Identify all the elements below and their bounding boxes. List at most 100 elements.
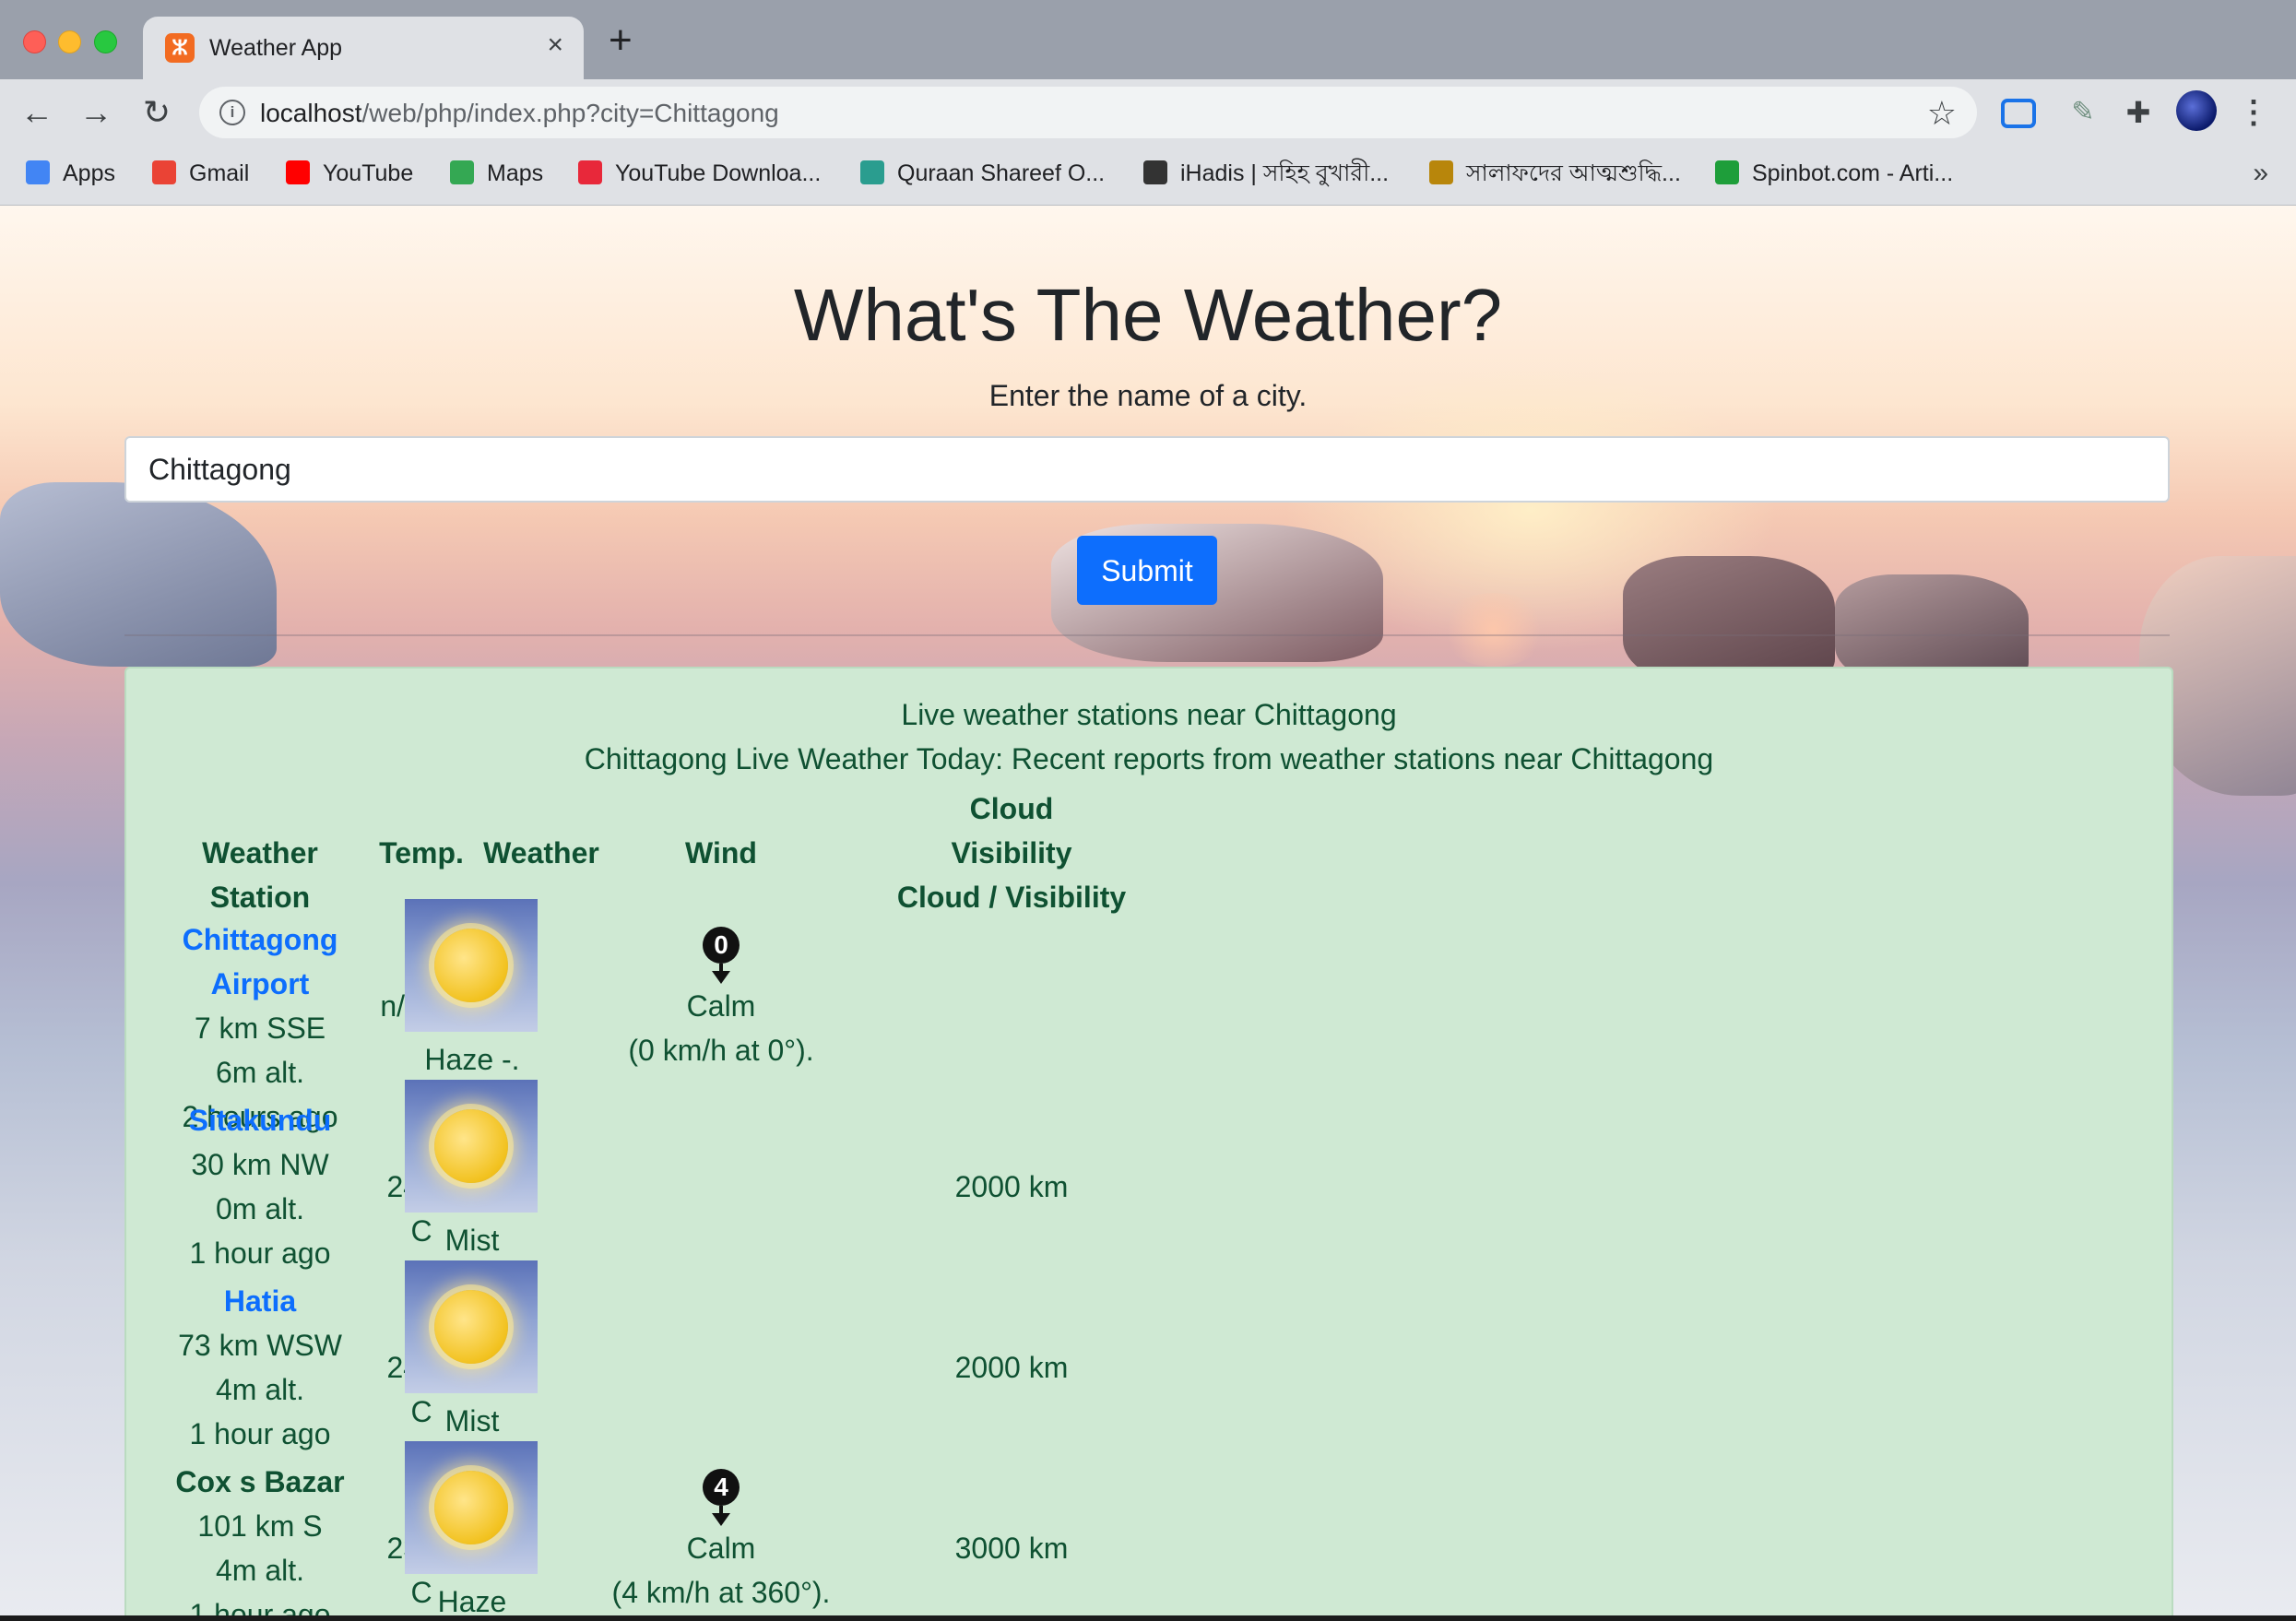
bookmark-label: সালাফদের আত্মশুদ্ধি... <box>1466 160 1681 186</box>
bookmark-item[interactable]: YouTube <box>286 155 413 192</box>
url-text[interactable]: localhost/web/php/index.php?city=Chittag… <box>260 99 779 128</box>
sunny-weather-icon <box>405 1260 538 1393</box>
bookmarks-overflow-icon[interactable]: » <box>2253 155 2268 192</box>
station-ago: 1 hour ago <box>189 1598 331 1615</box>
bookmark-label: iHadis | সহিহ বুখারী... <box>1180 160 1390 186</box>
station-link[interactable]: Sitakundu <box>145 1098 375 1142</box>
wind-direction-icon: 4 <box>703 1469 740 1506</box>
extensions-puzzle-icon[interactable]: ✚ <box>2118 92 2159 133</box>
xampp-icon: ⵣ <box>165 33 195 63</box>
station-name: Cox s Bazar <box>175 1465 345 1498</box>
tab-strip: ⵣ Weather App × + <box>0 0 2296 79</box>
site-info-icon[interactable]: i <box>219 100 245 125</box>
weather-result-panel: Live weather stations near Chittagong Ch… <box>124 667 2173 1615</box>
profile-avatar[interactable] <box>2176 90 2217 131</box>
maximize-window-button[interactable] <box>94 30 117 53</box>
weather-description: Haze <box>437 1585 507 1615</box>
tv-extension-icon[interactable] <box>1998 92 2039 133</box>
station-distance: 7 km SSE <box>194 1012 326 1045</box>
address-bar[interactable]: i localhost/web/php/index.php?city=Chitt… <box>199 87 1977 138</box>
wind-detail: (0 km/h at 0°). <box>628 1034 814 1067</box>
visibility-value: 3000 km <box>954 1532 1069 1565</box>
wind-text: Calm <box>686 1532 756 1565</box>
close-window-button[interactable] <box>23 30 46 53</box>
result-subheading: Chittagong Live Weather Today: Recent re… <box>584 742 1714 775</box>
browser-toolbar: ← → ↻ i localhost/web/php/index.php?city… <box>0 79 2296 146</box>
visibility-value: 2000 km <box>954 1170 1069 1203</box>
page-background: What's The Weather? Enter the name of a … <box>0 206 2296 1615</box>
bookmark-star-icon[interactable]: ☆ <box>1927 94 1957 133</box>
header-cloud: Cloud <box>969 792 1054 825</box>
back-arrow-icon[interactable]: ← <box>17 92 57 133</box>
station-ago: 1 hour ago <box>189 1236 331 1270</box>
station-cell: Sitakundu 30 km NW 0m alt. 1 hour ago <box>145 1098 375 1275</box>
gmail-icon <box>152 160 176 185</box>
sun-icon <box>434 929 508 1002</box>
visibility-value: 2000 km <box>954 1351 1069 1384</box>
header-weather: Weather <box>483 836 599 870</box>
station-distance: 30 km NW <box>191 1148 329 1181</box>
apps-grid-icon <box>26 160 50 185</box>
bookmark-label: Maps <box>487 160 544 186</box>
quran-icon <box>860 160 884 185</box>
reload-icon[interactable]: ↻ <box>136 92 177 133</box>
bookmark-item[interactable]: YouTube Downloa... <box>578 155 821 192</box>
weather-description: Mist <box>444 1404 500 1438</box>
maps-pin-icon <box>450 160 474 185</box>
station-cell: Hatia 73 km WSW 4m alt. 1 hour ago <box>145 1279 375 1456</box>
bookmark-item[interactable]: Quraan Shareef O... <box>860 155 1105 192</box>
weather-description: Haze -. <box>424 1043 520 1076</box>
download-icon <box>578 160 602 185</box>
bookmark-item[interactable]: Gmail <box>152 155 249 192</box>
bookmark-label: Quraan Shareef O... <box>897 160 1106 186</box>
bookmark-label: Spinbot.com - Arti... <box>1752 160 1954 186</box>
header-visibility: Visibility <box>951 836 1072 870</box>
station-distance: 73 km WSW <box>178 1329 342 1362</box>
station-alt: 4m alt. <box>215 1554 305 1587</box>
city-input[interactable] <box>124 436 2170 503</box>
spinbot-icon <box>1715 160 1739 185</box>
minimize-window-button[interactable] <box>58 30 81 53</box>
header-weather-station: Weather Station <box>202 836 318 914</box>
bookmark-item[interactable]: Spinbot.com - Arti... <box>1715 155 1953 192</box>
tab-close-icon[interactable]: × <box>547 30 563 61</box>
page-title: What's The Weather? <box>793 274 1503 356</box>
wind-arrow-head <box>712 971 730 984</box>
new-tab-button[interactable]: + <box>609 20 633 61</box>
sun-icon <box>434 1109 508 1183</box>
bookmarks-bar: Apps Gmail YouTube Maps YouTube Downloa... Qu… <box>0 146 2296 206</box>
header-temp: Temp. <box>379 836 464 870</box>
bookmark-label: Apps <box>63 160 115 186</box>
sun-icon <box>434 1290 508 1364</box>
station-link[interactable]: Chittagong Airport <box>145 917 375 1006</box>
weather-description: Mist <box>444 1224 500 1257</box>
bookmark-label: YouTube <box>323 160 414 186</box>
wind-text: Calm <box>686 989 756 1023</box>
sunny-weather-icon <box>405 1080 538 1213</box>
header-wind: Wind <box>685 836 757 870</box>
sunny-weather-icon <box>405 1441 538 1574</box>
youtube-icon <box>286 160 310 185</box>
station-alt: 4m alt. <box>215 1373 305 1406</box>
forward-arrow-icon[interactable]: → <box>76 92 116 133</box>
bookmark-item[interactable]: সালাফদের আত্মশুদ্ধি... <box>1429 155 1681 192</box>
bookmark-item[interactable]: iHadis | সহিহ বুখারী... <box>1143 155 1389 192</box>
page-subtitle: Enter the name of a city. <box>988 379 1308 412</box>
bookmark-label: YouTube Downloa... <box>615 160 822 186</box>
tab-weather-app[interactable]: ⵣ Weather App × <box>143 17 584 79</box>
sunny-weather-icon <box>405 899 538 1032</box>
browser-window: ⵣ Weather App × + ← → ↻ i localhost/web/… <box>0 0 2296 1615</box>
bookmark-item[interactable]: Apps <box>26 155 115 192</box>
bookmark-item[interactable]: Maps <box>450 155 543 192</box>
bookmark-label: Gmail <box>189 160 250 186</box>
station-cell: Cox s Bazar 101 km S 4m alt. 1 hour ago <box>145 1460 375 1615</box>
station-distance: 101 km S <box>197 1509 323 1543</box>
divider <box>124 634 2170 636</box>
extension-pin-icon[interactable]: ✎ <box>2063 92 2103 133</box>
book-icon <box>1429 160 1453 185</box>
submit-button[interactable]: Submit <box>1077 536 1217 605</box>
wind-arrow-head <box>712 1513 730 1526</box>
browser-menu-icon[interactable]: ⋮ <box>2233 92 2274 133</box>
station-link[interactable]: Hatia <box>145 1279 375 1323</box>
result-heading: Live weather stations near Chittagong <box>901 698 1397 731</box>
